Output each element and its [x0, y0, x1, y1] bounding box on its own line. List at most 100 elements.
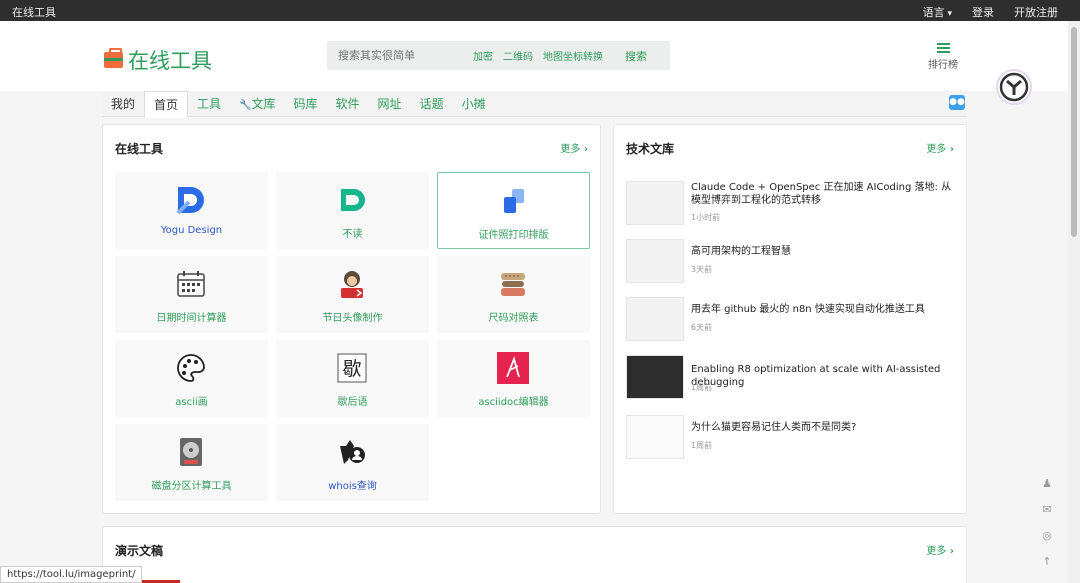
tab-code[interactable]: 码库 [285, 91, 327, 116]
id-photo-icon [504, 189, 524, 213]
list-icon [936, 43, 950, 53]
wechat-icon[interactable]: ✉ [1040, 503, 1054, 516]
library-card-title: 技术文库 [626, 142, 675, 156]
ranking-label: 排行榜 [928, 60, 958, 71]
calendar-icon [177, 271, 205, 297]
site-header: 在线工具 加密 二维码 地图坐标转换 搜索 排行榜 [0, 21, 1068, 91]
chat-icon[interactable]: ●● [949, 95, 965, 110]
tool-label: 日期时间计算器 [156, 313, 227, 324]
tools-more-link[interactable]: 更多 [560, 140, 588, 155]
main-nav: 我的 首页 工具 🔧文库 码库 软件 网址 话题 小摊 ●● [102, 91, 967, 118]
tools-card-title: 在线工具 [115, 142, 164, 156]
app-badge-icon[interactable] [995, 68, 1033, 106]
tool-label: asciidoc编辑器 [478, 397, 549, 408]
yogu-design-icon [176, 187, 204, 215]
whois-icon [340, 440, 365, 464]
tool-label: 磁盘分区计算工具 [151, 481, 232, 492]
register-link[interactable]: 开放注册 [1014, 4, 1058, 20]
article-time: 1周前 [691, 383, 713, 392]
article-thumbnail [626, 355, 684, 399]
budu-icon [341, 189, 365, 211]
tool-tile-budu[interactable]: 不读 [276, 172, 429, 249]
scrollbar-thumb[interactable] [1071, 27, 1077, 237]
article-item[interactable]: Claude Code + OpenSpec 正在加速 AICoding 落地:… [626, 181, 956, 231]
article-thumbnail [626, 239, 684, 283]
tab-library-label: 文库 [251, 97, 276, 111]
tab-library[interactable]: 🔧文库 [230, 91, 284, 116]
tab-software[interactable]: 软件 [327, 91, 369, 116]
logo-text: 在线工具 [128, 49, 212, 73]
quick-link-map-coord[interactable]: 地图坐标转换 [543, 48, 603, 63]
article-item[interactable]: Enabling R8 optimization at scale with A… [626, 355, 956, 405]
tool-tile-avatar[interactable]: 节日头像制作 [276, 256, 429, 333]
tab-tools[interactable]: 工具 [188, 91, 230, 116]
article-thumbnail [626, 415, 684, 459]
tool-label: Yogu Design [160, 225, 223, 236]
tool-tile-xiehouyu[interactable]: 歇 歇后语 [276, 340, 429, 417]
tools-card: 在线工具 更多 Yogu Design 不读 证件照打印排版 日期时间计算器 节… [102, 124, 601, 514]
quick-link-qrcode[interactable]: 二维码 [503, 48, 533, 63]
search-bar: 加密 二维码 地图坐标转换 搜索 [327, 41, 670, 70]
article-item[interactable]: 为什么猫更容易记住人类而不是同类? 1周前 [626, 415, 956, 465]
library-more-link[interactable]: 更多 [926, 140, 954, 155]
search-input[interactable] [338, 49, 473, 62]
svg-text:歇: 歇 [342, 358, 361, 380]
tool-tile-ascii-art[interactable]: ascii画 [115, 340, 268, 417]
tool-label: 不读 [342, 229, 363, 240]
tool-tile-disk-calc[interactable]: 磁盘分区计算工具 [115, 424, 268, 501]
article-time: 1小时前 [691, 213, 721, 222]
language-menu[interactable]: 语言 [923, 4, 952, 20]
login-link[interactable]: 登录 [972, 4, 994, 20]
avatar-maker-icon [341, 271, 363, 298]
topbar-links: 语言 登录 开放注册 [923, 4, 1058, 20]
weibo-icon[interactable]: ◎ [1040, 529, 1054, 542]
xiehouyu-icon: 歇 [337, 353, 367, 383]
asciidoc-icon [497, 352, 529, 384]
tool-label: whois查询 [328, 481, 377, 492]
tool-tile-yogu[interactable]: Yogu Design [115, 172, 268, 249]
site-logo[interactable]: 在线工具 [104, 45, 212, 75]
library-card: 技术文库 更多 Claude Code + OpenSpec 正在加速 AICo… [613, 124, 967, 514]
back-to-top-icon[interactable]: ↑ [1040, 555, 1054, 568]
tool-label: 尺码对照表 [488, 313, 539, 324]
article-item[interactable]: 用去年 github 最火的 n8n 快速实现自动化推送工具 6天前 [626, 297, 956, 347]
tool-label: 歇后语 [337, 397, 368, 408]
tab-sites[interactable]: 网址 [369, 91, 411, 116]
tool-tile-asciidoc[interactable]: asciidoc编辑器 [437, 340, 590, 417]
article-title[interactable]: 高可用架构的工程智慧 [691, 245, 961, 258]
toolbox-icon [104, 48, 123, 68]
article-time: 6天前 [691, 323, 713, 332]
tool-label: 节日头像制作 [322, 313, 383, 324]
demo-more-link[interactable]: 更多 [926, 542, 954, 557]
tab-home[interactable]: 首页 [144, 91, 189, 118]
tab-topics[interactable]: 话题 [411, 91, 453, 116]
tool-tile-size-chart[interactable]: 尺码对照表 [437, 256, 590, 333]
article-item[interactable]: 高可用架构的工程智慧 3天前 [626, 239, 956, 289]
demo-card: 演示文稿 更多 [102, 526, 967, 583]
tab-stalls[interactable]: 小摊 [453, 91, 495, 116]
size-chart-icon [501, 273, 525, 296]
status-url: https://tool.lu/imageprint/ [0, 566, 143, 583]
wrench-icon: 🔧 [239, 100, 252, 111]
tool-tile-whois[interactable]: whois查询 [276, 424, 429, 501]
tool-label: ascii画 [175, 397, 208, 408]
tool-tile-id-photo[interactable]: 证件照打印排版 [437, 172, 590, 249]
disk-icon [180, 438, 202, 466]
article-title[interactable]: 为什么猫更容易记住人类而不是同类? [691, 421, 961, 434]
page-scrollbar[interactable] [1068, 21, 1080, 583]
top-bar: 在线工具 语言 登录 开放注册 [0, 0, 1080, 21]
article-title[interactable]: Enabling R8 optimization at scale with A… [691, 363, 961, 389]
article-thumbnail [626, 297, 684, 341]
tool-tile-date-calc[interactable]: 日期时间计算器 [115, 256, 268, 333]
qq-icon[interactable]: ♟ [1040, 477, 1054, 490]
tab-mine[interactable]: 我的 [102, 91, 144, 116]
article-time: 3天前 [691, 265, 713, 274]
article-time: 1周前 [691, 441, 713, 450]
quick-link-encrypt[interactable]: 加密 [473, 48, 493, 63]
topbar-brand[interactable]: 在线工具 [12, 4, 56, 20]
search-button[interactable]: 搜索 [625, 48, 647, 64]
article-thumbnail [626, 181, 684, 225]
ranking-link[interactable]: 排行榜 [928, 43, 958, 71]
article-title[interactable]: Claude Code + OpenSpec 正在加速 AICoding 落地:… [691, 181, 961, 207]
article-title[interactable]: 用去年 github 最火的 n8n 快速实现自动化推送工具 [691, 303, 961, 316]
